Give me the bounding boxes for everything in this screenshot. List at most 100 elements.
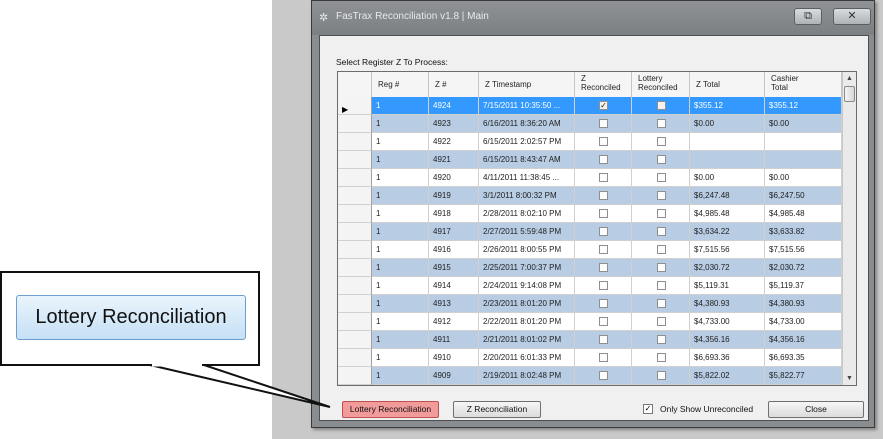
cashier-total-cell[interactable]: $0.00 [765, 115, 842, 133]
z-reconciled-cell[interactable] [575, 115, 632, 133]
lottery-reconciled-cell[interactable] [632, 295, 690, 313]
timestamp-cell[interactable]: 6/15/2011 2:02:57 PM [479, 133, 575, 151]
lottery-reconciled-checkbox[interactable] [656, 263, 666, 272]
reg-cell[interactable]: 1 [372, 241, 429, 259]
lottery-reconciled-cell[interactable] [632, 223, 690, 241]
vertical-scrollbar[interactable]: ▲ ▼ [842, 72, 856, 385]
lottery-reconciled-checkbox[interactable] [656, 191, 666, 200]
cashier-total-cell[interactable]: $4,733.00 [765, 313, 842, 331]
lottery-reconciled-cell[interactable] [632, 97, 690, 115]
cashier-total-cell[interactable]: $4,380.93 [765, 295, 842, 313]
z-total-cell[interactable]: $6,693.36 [690, 349, 765, 367]
lottery-reconciled-checkbox[interactable] [656, 119, 666, 128]
cashier-total-cell[interactable]: $3,633.82 [765, 223, 842, 241]
z-reconciled-checkbox[interactable] [599, 227, 608, 236]
z-reconciled-cell[interactable] [575, 367, 632, 385]
timestamp-cell[interactable]: 2/21/2011 8:01:02 PM [479, 331, 575, 349]
reg-cell[interactable]: 1 [372, 367, 429, 385]
only-show-unreconciled-checkbox[interactable]: ✓ [643, 404, 653, 414]
z-number-cell[interactable]: 4916 [429, 241, 479, 259]
timestamp-cell[interactable]: 2/22/2011 8:01:20 PM [479, 313, 575, 331]
z-reconciled-cell[interactable] [575, 313, 632, 331]
reg-cell[interactable]: 1 [372, 97, 429, 115]
timestamp-cell[interactable]: 7/15/2011 10:35:50 ... [479, 97, 575, 115]
row-header[interactable] [338, 349, 372, 367]
column-header-reg[interactable]: Reg # [372, 72, 429, 97]
table-row[interactable]: 1 4917 2/27/2011 5:59:48 PM $3,634.22 $3,633… [338, 223, 842, 241]
close-button[interactable]: Close [768, 401, 864, 418]
lottery-reconciled-cell[interactable] [632, 115, 690, 133]
table-row[interactable]: 1 4909 2/19/2011 8:02:48 PM $5,822.02 $5,822… [338, 367, 842, 385]
row-header[interactable] [338, 277, 372, 295]
z-reconciled-checkbox[interactable] [599, 281, 608, 290]
z-number-cell[interactable]: 4913 [429, 295, 479, 313]
lottery-reconciled-checkbox[interactable] [656, 137, 666, 146]
row-header[interactable] [338, 151, 372, 169]
table-row[interactable]: 1 4916 2/26/2011 8:00:55 PM $7,515.56 $7,515… [338, 241, 842, 259]
z-number-cell[interactable]: 4914 [429, 277, 479, 295]
cashier-total-cell[interactable] [765, 133, 842, 151]
reg-cell[interactable]: 1 [372, 187, 429, 205]
timestamp-cell[interactable]: 2/27/2011 5:59:48 PM [479, 223, 575, 241]
z-number-cell[interactable]: 4924 [429, 97, 479, 115]
z-reconciled-checkbox[interactable] [599, 353, 608, 362]
reg-cell[interactable]: 1 [372, 115, 429, 133]
reg-cell[interactable]: 1 [372, 277, 429, 295]
z-reconciled-cell[interactable] [575, 331, 632, 349]
cashier-total-cell[interactable] [765, 151, 842, 169]
z-number-cell[interactable]: 4917 [429, 223, 479, 241]
z-reconciled-checkbox[interactable] [599, 263, 608, 272]
reg-cell[interactable]: 1 [372, 151, 429, 169]
restore-window-button[interactable]: ⧉ [794, 8, 822, 25]
lottery-reconciled-cell[interactable] [632, 151, 690, 169]
lottery-reconciled-checkbox[interactable] [656, 155, 666, 164]
z-number-cell[interactable]: 4911 [429, 331, 479, 349]
timestamp-cell[interactable]: 2/26/2011 8:00:55 PM [479, 241, 575, 259]
row-header[interactable] [338, 115, 372, 133]
z-total-cell[interactable]: $4,356.16 [690, 331, 765, 349]
z-number-cell[interactable]: 4918 [429, 205, 479, 223]
z-reconciled-cell[interactable] [575, 169, 632, 187]
z-reconciled-checkbox[interactable] [599, 371, 608, 380]
reg-cell[interactable]: 1 [372, 349, 429, 367]
z-reconciled-cell[interactable] [575, 151, 632, 169]
z-total-cell[interactable]: $5,822.02 [690, 367, 765, 385]
z-total-cell[interactable]: $355.12 [690, 97, 765, 115]
lottery-reconciled-cell[interactable] [632, 187, 690, 205]
table-row[interactable]: 1 4912 2/22/2011 8:01:20 PM $4,733.00 $4,733… [338, 313, 842, 331]
lottery-reconciled-checkbox[interactable] [656, 245, 666, 254]
table-row[interactable]: 1 4913 2/23/2011 8:01:20 PM $4,380.93 $4,380… [338, 295, 842, 313]
z-reconciled-cell[interactable] [575, 295, 632, 313]
z-reconciled-checkbox[interactable]: ✓ [599, 101, 608, 110]
z-number-cell[interactable]: 4922 [429, 133, 479, 151]
z-reconciled-checkbox[interactable] [599, 209, 608, 218]
z-reconciled-checkbox[interactable] [599, 155, 608, 164]
z-total-cell[interactable] [690, 133, 765, 151]
z-reconciled-checkbox[interactable] [599, 119, 608, 128]
z-reconciled-cell[interactable] [575, 349, 632, 367]
row-header[interactable] [338, 187, 372, 205]
reg-cell[interactable]: 1 [372, 313, 429, 331]
lottery-reconciled-checkbox[interactable] [656, 101, 666, 110]
lottery-reconciled-checkbox[interactable] [656, 371, 666, 380]
close-window-button[interactable]: ✕ [833, 8, 871, 25]
z-number-cell[interactable]: 4912 [429, 313, 479, 331]
cashier-total-cell[interactable]: $6,247.50 [765, 187, 842, 205]
lottery-reconciled-checkbox[interactable] [656, 173, 666, 182]
table-row[interactable]: 1 4920 4/11/2011 11:38:45 ... $0.00 $0.00 [338, 169, 842, 187]
z-total-cell[interactable]: $0.00 [690, 115, 765, 133]
table-row[interactable]: 1 4911 2/21/2011 8:01:02 PM $4,356.16 $4,356… [338, 331, 842, 349]
z-total-cell[interactable]: $3,634.22 [690, 223, 765, 241]
register-z-grid[interactable]: Reg # Z # Z Timestamp Z Reconciled Lotte… [337, 71, 857, 386]
z-reconciled-checkbox[interactable] [599, 317, 608, 326]
z-reconciled-checkbox[interactable] [599, 335, 608, 344]
column-header-z-total[interactable]: Z Total [690, 72, 765, 97]
lottery-reconciled-cell[interactable] [632, 133, 690, 151]
timestamp-cell[interactable]: 2/23/2011 8:01:20 PM [479, 295, 575, 313]
lottery-reconciled-cell[interactable] [632, 331, 690, 349]
row-header[interactable] [338, 241, 372, 259]
column-header-z[interactable]: Z # [429, 72, 479, 97]
timestamp-cell[interactable]: 6/15/2011 8:43:47 AM [479, 151, 575, 169]
lottery-reconciled-checkbox[interactable] [656, 281, 666, 290]
timestamp-cell[interactable]: 4/11/2011 11:38:45 ... [479, 169, 575, 187]
